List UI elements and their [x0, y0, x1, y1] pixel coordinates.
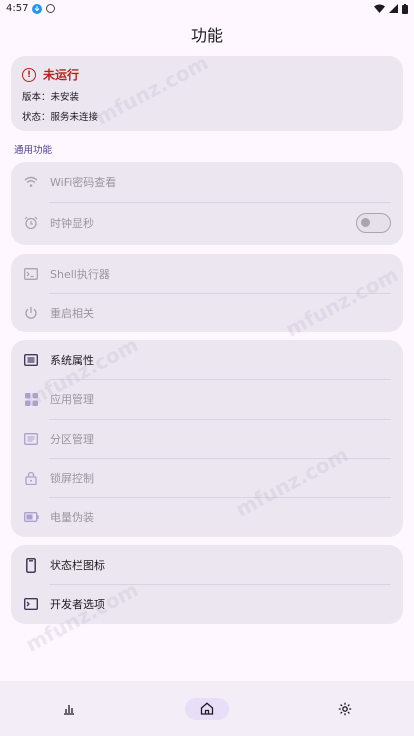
developer-options-item[interactable]: 开发者选项: [11, 584, 403, 624]
group-wifi-clock: WiFi密码查看 时钟显秒: [11, 162, 403, 245]
section-general-label: 通用功能: [14, 145, 53, 156]
version-line: 版本：未安装: [22, 92, 80, 103]
wifi-password-item[interactable]: WiFi密码查看: [11, 162, 403, 202]
shell-executor-item[interactable]: Shell执行器: [11, 254, 403, 294]
terminal-icon: [23, 266, 39, 282]
clock-seconds-item[interactable]: 时钟显秒: [11, 203, 403, 243]
statusbar-icons-label: 状态栏图标: [50, 559, 105, 572]
group-shell-reboot: Shell执行器 重启相关: [11, 254, 403, 332]
page-title: 功能: [190, 26, 223, 45]
battery-icon: [402, 3, 408, 14]
partition-manager-item[interactable]: 分区管理: [11, 419, 403, 459]
wifi-signal-icon: [374, 4, 385, 13]
wifi-icon: [23, 174, 39, 190]
nav-home-button[interactable]: [185, 697, 229, 720]
lock-screen-label: 锁屏控制: [50, 472, 94, 485]
list-icon: [23, 352, 39, 368]
reboot-label: 重启相关: [50, 307, 94, 320]
status-bar: 4:57: [0, 0, 414, 17]
toggle-knob: [361, 218, 370, 227]
clock-seconds-label: 时钟显秒: [50, 217, 94, 230]
stats-icon: [64, 704, 74, 715]
shell-executor-label: Shell执行器: [50, 268, 110, 281]
nav-stats-button[interactable]: [47, 698, 91, 720]
developer-options-label: 开发者选项: [50, 598, 105, 611]
phone-icon: [23, 557, 39, 573]
state-line: 状态：服务未连接: [22, 112, 99, 123]
download-notification-icon: [32, 3, 43, 14]
battery-level-icon: [23, 509, 39, 525]
group-system-tools: 系统属性 应用管理 分区管理 锁屏控制 电量伪装: [11, 340, 403, 537]
settings-icon: [338, 702, 352, 715]
settings-notification-icon: [46, 4, 56, 13]
bottom-navigation: [0, 681, 414, 736]
group-statusbar-dev: 状态栏图标 开发者选项: [11, 545, 403, 624]
service-status-card[interactable]: ! 未运行 版本：未安装 状态：服务未连接: [11, 56, 403, 131]
clock-seconds-toggle[interactable]: [356, 213, 391, 233]
terminal-icon: [23, 596, 39, 612]
status-time: 4:57: [6, 3, 29, 14]
lock-icon: [23, 470, 39, 486]
system-props-label: 系统属性: [50, 354, 94, 367]
battery-spoof-label: 电量伪装: [50, 511, 94, 524]
alarm-clock-icon: [23, 215, 39, 231]
home-icon: [200, 702, 214, 715]
apps-grid-icon: [23, 391, 39, 407]
statusbar-icons-item[interactable]: 状态栏图标: [11, 545, 403, 585]
battery-spoof-item[interactable]: 电量伪装: [11, 497, 403, 537]
wifi-password-label: WiFi密码查看: [50, 176, 117, 189]
service-state: 未运行: [43, 68, 80, 82]
error-icon: !: [22, 67, 36, 82]
power-icon: [23, 305, 39, 321]
system-props-item[interactable]: 系统属性: [11, 340, 403, 380]
cell-signal-icon: [389, 4, 398, 13]
app-manager-item[interactable]: 应用管理: [11, 379, 403, 419]
nav-settings-button[interactable]: [323, 698, 367, 720]
app-manager-label: 应用管理: [50, 393, 94, 406]
lock-screen-item[interactable]: 锁屏控制: [11, 458, 403, 498]
reboot-item[interactable]: 重启相关: [11, 293, 403, 333]
partition-manager-label: 分区管理: [50, 433, 94, 446]
partition-icon: [23, 431, 39, 447]
